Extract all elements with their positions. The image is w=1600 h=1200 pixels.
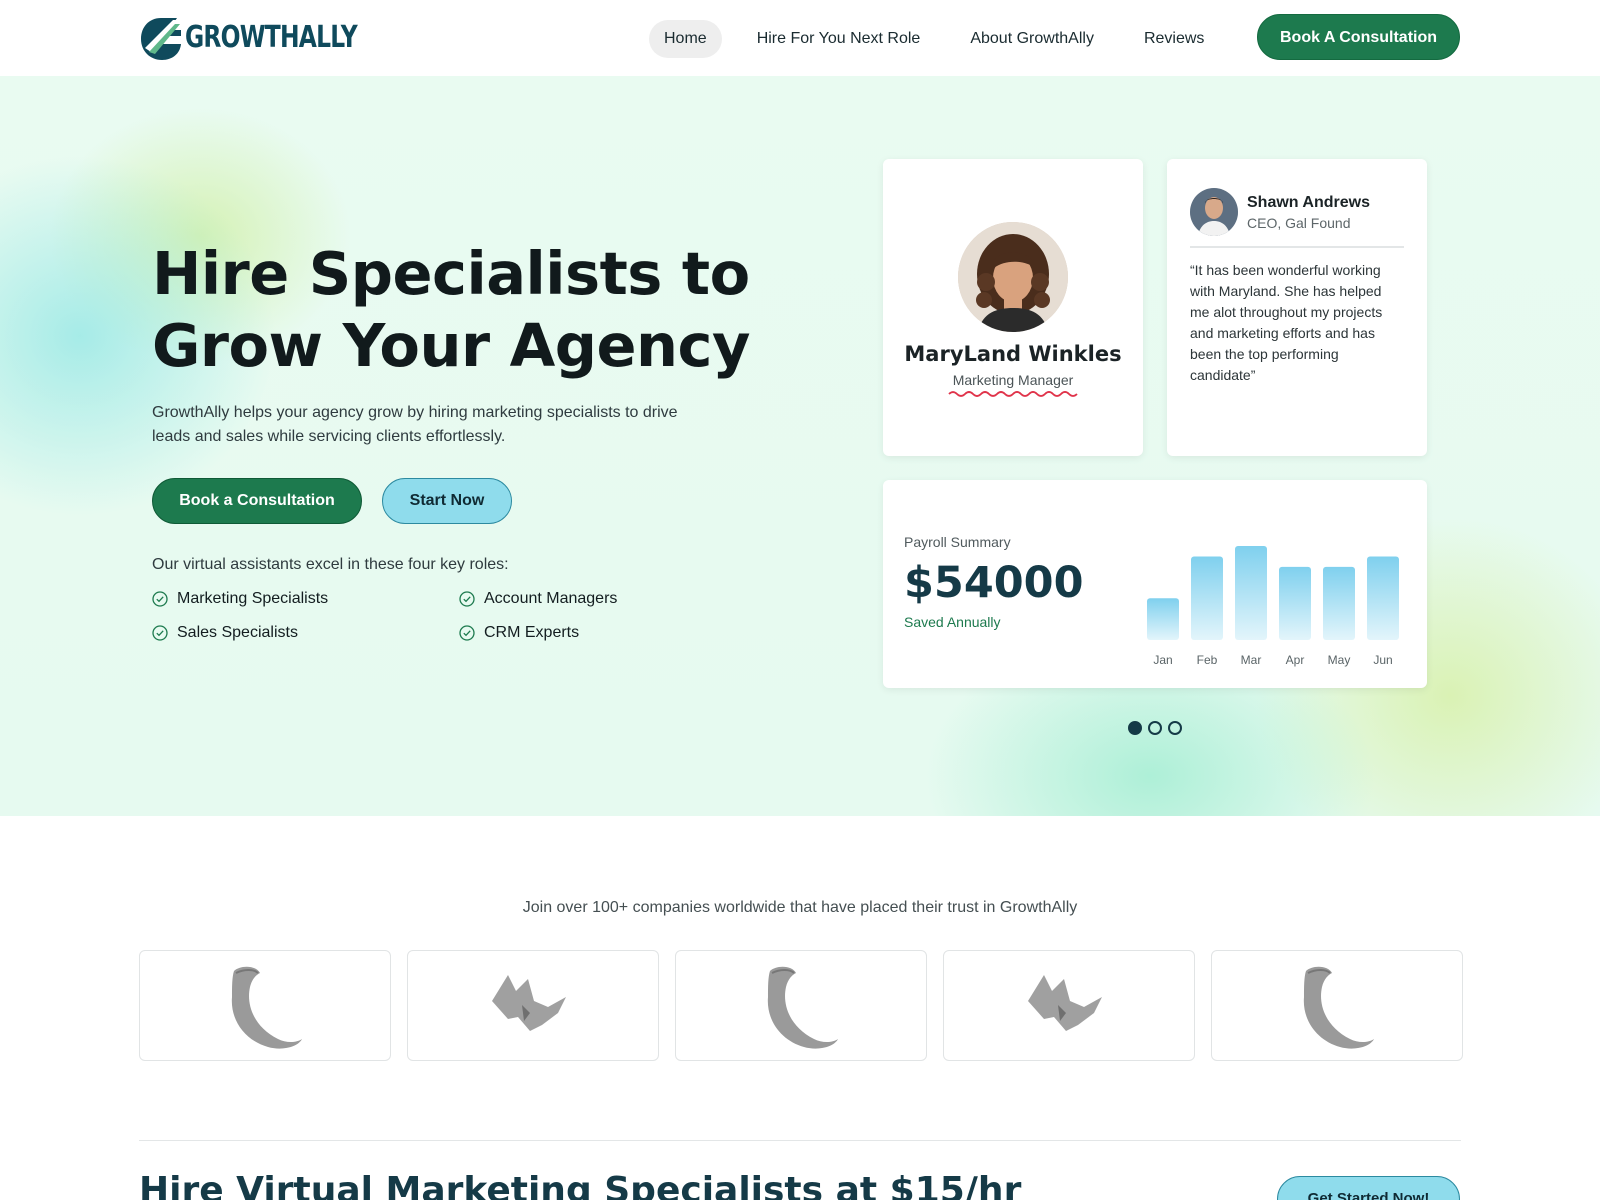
role-item: Marketing Specialists bbox=[152, 588, 459, 610]
roles-intro: Our virtual assistants excel in these fo… bbox=[152, 556, 509, 573]
payroll-amount: $54000 bbox=[904, 558, 1084, 608]
man-portrait-icon bbox=[1190, 188, 1238, 236]
hero-section: Hire Specialists to Grow Your Agency Gro… bbox=[0, 76, 1600, 816]
nav-link-home[interactable]: Home bbox=[649, 20, 722, 58]
nav-link-hire[interactable]: Hire For You Next Role bbox=[742, 20, 936, 58]
growthally-g-icon bbox=[141, 18, 181, 60]
role-item: Sales Specialists bbox=[152, 622, 459, 644]
payroll-bar bbox=[1279, 566, 1311, 640]
check-circle-icon bbox=[152, 625, 168, 641]
payroll-month-label: Jun bbox=[1373, 653, 1392, 667]
nav-link-about[interactable]: About GrowthAlly bbox=[955, 20, 1109, 58]
hero-title-line2: Grow Your Agency bbox=[152, 311, 750, 380]
pricing-section-title: Hire Virtual Marketing Specialists at $1… bbox=[139, 1170, 1022, 1200]
client-logo-tile bbox=[675, 950, 927, 1061]
nav-links: Home Hire For You Next Role About Growth… bbox=[649, 20, 1239, 58]
roles-list: Marketing Specialists Account Managers S… bbox=[152, 588, 672, 644]
payroll-subtext: Saved Annually bbox=[904, 614, 1001, 630]
payroll-summary-card: Payroll Summary $54000 Saved Annually Ja… bbox=[883, 480, 1427, 688]
start-now-button[interactable]: Start Now bbox=[382, 478, 512, 524]
rhino-logo-icon bbox=[1028, 974, 1102, 1031]
horn-logo-icon bbox=[1303, 966, 1374, 1049]
payroll-month-label: Feb bbox=[1197, 653, 1218, 667]
check-circle-icon bbox=[459, 625, 475, 641]
check-circle-icon bbox=[459, 591, 475, 607]
client-logo-tile bbox=[1211, 950, 1463, 1061]
role-label: CRM Experts bbox=[484, 624, 580, 641]
client-logos bbox=[139, 950, 1463, 1061]
trust-text: Join over 100+ companies worldwide that … bbox=[522, 899, 1078, 916]
woman-portrait-icon bbox=[958, 222, 1068, 332]
horn-logo-icon bbox=[231, 966, 302, 1049]
payroll-bar-chart: Jan Feb Mar Apr May Jun bbox=[1147, 546, 1399, 667]
payroll-month-label: Mar bbox=[1241, 653, 1262, 667]
testimonial-avatar bbox=[1190, 188, 1238, 236]
carousel-dot[interactable] bbox=[1168, 721, 1182, 735]
nav-book-consultation-button[interactable]: Book A Consultation bbox=[1257, 14, 1460, 60]
payroll-bar bbox=[1191, 556, 1223, 640]
hero-title-line1: Hire Specialists to bbox=[152, 239, 750, 308]
profile-card: MaryLand Winkles Marketing Manager bbox=[883, 159, 1143, 456]
carousel-dot[interactable] bbox=[1148, 721, 1162, 735]
payroll-month-label: May bbox=[1328, 653, 1351, 667]
role-item: Account Managers bbox=[459, 588, 679, 610]
payroll-bar bbox=[1367, 556, 1399, 640]
testimonial-title: CEO, Gal Found bbox=[1247, 214, 1351, 231]
section-divider bbox=[139, 1140, 1461, 1141]
role-label: Marketing Specialists bbox=[177, 590, 329, 607]
profile-name: MaryLand Winkles bbox=[904, 342, 1122, 366]
carousel-dots bbox=[1128, 721, 1182, 735]
client-logo-tile bbox=[943, 950, 1195, 1061]
testimonial-card: Shawn Andrews CEO, Gal Found “It has bee… bbox=[1167, 159, 1427, 456]
client-logo-tile bbox=[407, 950, 659, 1061]
payroll-bar bbox=[1323, 566, 1355, 640]
nav-link-reviews[interactable]: Reviews bbox=[1129, 20, 1219, 58]
horn-logo-icon bbox=[767, 966, 838, 1049]
testimonial-name: Shawn Andrews bbox=[1247, 193, 1370, 211]
squiggle-underline-icon bbox=[948, 391, 1078, 397]
hero-description: GrowthAlly helps your agency grow by hir… bbox=[152, 404, 678, 445]
role-item: CRM Experts bbox=[459, 622, 679, 644]
profile-avatar bbox=[958, 222, 1068, 332]
check-circle-icon bbox=[152, 591, 168, 607]
top-nav: GROWTHALLY Home Hire For You Next Role A… bbox=[0, 0, 1600, 76]
profile-role: Marketing Manager bbox=[952, 372, 1074, 388]
rhino-logo-icon bbox=[492, 974, 566, 1031]
payroll-month-label: Jan bbox=[1153, 653, 1172, 667]
payroll-label: Payroll Summary bbox=[904, 534, 1011, 550]
client-logo-tile bbox=[139, 950, 391, 1061]
get-started-button[interactable]: Get Started Now! bbox=[1277, 1176, 1460, 1200]
carousel-dot[interactable] bbox=[1128, 721, 1142, 735]
testimonial-quote: “It has been wonderful working with Mary… bbox=[1190, 262, 1383, 383]
payroll-month-label: Apr bbox=[1286, 653, 1305, 667]
hero-title: Hire Specialists to Grow Your Agency bbox=[152, 238, 792, 382]
payroll-bar bbox=[1235, 546, 1267, 640]
book-consultation-button[interactable]: Book a Consultation bbox=[152, 478, 362, 524]
brand-logo[interactable]: GROWTHALLY bbox=[139, 14, 405, 62]
role-label: Account Managers bbox=[484, 590, 618, 607]
brand-name: GROWTHALLY bbox=[185, 20, 358, 55]
role-label: Sales Specialists bbox=[177, 624, 298, 641]
testimonial-header: Shawn Andrews CEO, Gal Found bbox=[1190, 188, 1404, 248]
payroll-bar bbox=[1147, 598, 1179, 640]
